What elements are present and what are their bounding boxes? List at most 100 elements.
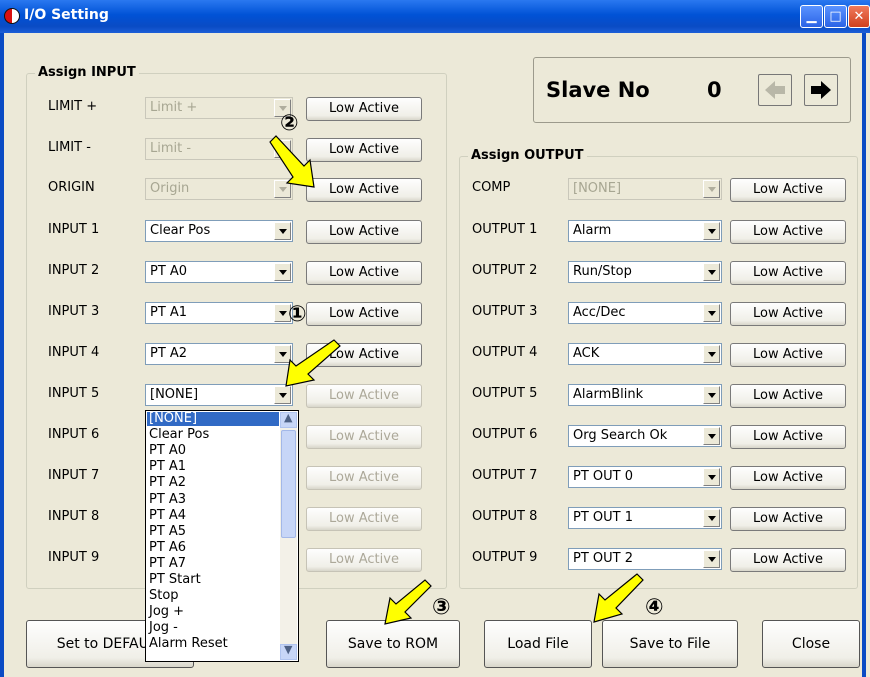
- input5-dropdown-list[interactable]: [NONE] Clear Pos PT A0 PT A1 PT A2 PT A3 PT A4…: [145, 410, 299, 662]
- dropdown-item[interactable]: PT A0: [149, 444, 186, 458]
- output-select: [NONE]: [568, 178, 722, 200]
- dropdown-item[interactable]: Stop: [149, 589, 179, 603]
- dropdown-item[interactable]: PT A3: [149, 492, 186, 507]
- annotation-marker-2: ②: [280, 111, 299, 136]
- low-active-button[interactable]: Low Active: [306, 97, 422, 121]
- title-bar: I/O Setting ▁ □ ✕: [0, 0, 870, 33]
- dropdown-item[interactable]: Jog +: [149, 605, 184, 619]
- output-select-value: ACK: [573, 346, 600, 361]
- maximize-button[interactable]: □: [824, 5, 847, 28]
- input-select[interactable]: Clear Pos: [145, 220, 293, 242]
- dropdown-item[interactable]: PT A4: [149, 508, 186, 523]
- dropdown-arrow-button[interactable]: [274, 386, 291, 404]
- input-select-value: [NONE]: [150, 387, 199, 402]
- dropdown-arrow-button[interactable]: [703, 304, 720, 322]
- output-row-label: OUTPUT 7: [472, 468, 538, 483]
- output-row-label: OUTPUT 9: [472, 550, 538, 565]
- dropdown-item[interactable]: PT A7: [149, 556, 186, 571]
- dropdown-item[interactable]: [NONE]: [149, 412, 197, 426]
- output-select[interactable]: AlarmBlink: [568, 384, 722, 406]
- input-select[interactable]: [NONE]: [145, 384, 293, 406]
- output-select[interactable]: Alarm: [568, 220, 722, 242]
- dropdown-arrow-button[interactable]: [703, 427, 720, 445]
- output-row-label: OUTPUT 8: [472, 509, 538, 524]
- annotation-marker-3: ③: [432, 595, 451, 620]
- dropdown-arrow-button: [703, 180, 720, 198]
- input-row-label: LIMIT -: [48, 140, 91, 155]
- output-select[interactable]: Org Search Ok: [568, 425, 722, 447]
- input-select-value: Limit +: [150, 100, 198, 115]
- low-active-button[interactable]: Low Active: [730, 178, 846, 202]
- low-active-button[interactable]: Low Active: [730, 220, 846, 244]
- dropdown-item[interactable]: PT A6: [149, 540, 186, 555]
- output-select-value: Acc/Dec: [573, 305, 626, 320]
- scroll-up-button[interactable]: ▲: [280, 411, 297, 428]
- output-select[interactable]: Acc/Dec: [568, 302, 722, 324]
- output-select[interactable]: PT OUT 0: [568, 466, 722, 488]
- dropdown-arrow-button[interactable]: [703, 222, 720, 240]
- low-active-button[interactable]: Low Active: [730, 261, 846, 285]
- input-row-label: INPUT 9: [48, 550, 100, 565]
- input-select: Limit +: [145, 97, 293, 119]
- dropdown-arrow-button[interactable]: [703, 468, 720, 486]
- prev-slave-button[interactable]: [758, 74, 792, 106]
- output-select[interactable]: Run/Stop: [568, 261, 722, 283]
- low-active-button[interactable]: Low Active: [730, 384, 846, 408]
- scroll-down-button[interactable]: ▼: [280, 643, 297, 660]
- low-active-button[interactable]: Low Active: [306, 261, 422, 285]
- dropdown-arrow-button[interactable]: [703, 550, 720, 568]
- assign-input-title: Assign INPUT: [35, 65, 139, 80]
- annotation-marker-4: ④: [645, 595, 664, 620]
- close-window-button[interactable]: ✕: [848, 5, 870, 28]
- chevron-up-icon: ▲: [284, 411, 293, 424]
- output-select[interactable]: PT OUT 1: [568, 507, 722, 529]
- load-file-button[interactable]: Load File: [484, 620, 592, 668]
- low-active-button[interactable]: Low Active: [730, 425, 846, 449]
- output-select-value: Alarm: [573, 223, 612, 238]
- dropdown-item[interactable]: Alarm Reset: [149, 637, 228, 651]
- dropdown-arrow-button: [274, 140, 291, 158]
- low-active-button[interactable]: Low Active: [306, 138, 422, 162]
- dropdown-item[interactable]: PT Start: [149, 573, 201, 587]
- dropdown-item[interactable]: Clear Pos: [149, 428, 209, 442]
- low-active-button[interactable]: Low Active: [306, 302, 422, 326]
- low-active-button[interactable]: Low Active: [306, 178, 422, 202]
- dropdown-scrollbar[interactable]: ▲ ▼: [280, 411, 297, 660]
- input-select[interactable]: PT A2: [145, 343, 293, 365]
- dropdown-arrow-button[interactable]: [274, 222, 291, 240]
- low-active-button[interactable]: Low Active: [730, 302, 846, 326]
- low-active-button[interactable]: Low Active: [730, 548, 846, 572]
- next-slave-button[interactable]: [804, 74, 838, 106]
- input-select-value: PT A0: [150, 264, 188, 279]
- dropdown-item[interactable]: Jog -: [149, 621, 178, 635]
- minimize-button[interactable]: ▁: [800, 5, 823, 28]
- output-select[interactable]: ACK: [568, 343, 722, 365]
- assign-output-title: Assign OUTPUT: [468, 148, 587, 163]
- scroll-thumb[interactable]: [281, 430, 296, 538]
- dropdown-arrow-button: [274, 180, 291, 198]
- close-button[interactable]: Close: [762, 620, 860, 668]
- low-active-button[interactable]: Low Active: [730, 343, 846, 367]
- dropdown-arrow-button[interactable]: [274, 263, 291, 281]
- low-active-button: Low Active: [306, 548, 422, 572]
- low-active-button[interactable]: Low Active: [306, 343, 422, 367]
- output-select[interactable]: PT OUT 2: [568, 548, 722, 570]
- dropdown-arrow-button[interactable]: [703, 263, 720, 281]
- input-select[interactable]: PT A0: [145, 261, 293, 283]
- low-active-button[interactable]: Low Active: [730, 507, 846, 531]
- save-to-rom-button[interactable]: Save to ROM: [326, 620, 460, 668]
- save-to-file-button[interactable]: Save to File: [602, 620, 738, 668]
- dropdown-item[interactable]: PT A5: [149, 524, 186, 539]
- input-select[interactable]: PT A1: [145, 302, 293, 324]
- output-row-label: OUTPUT 5: [472, 386, 538, 401]
- dropdown-arrow-button[interactable]: [274, 345, 291, 363]
- input-select-value: Origin: [150, 181, 190, 196]
- dropdown-arrow-button[interactable]: [703, 509, 720, 527]
- low-active-button[interactable]: Low Active: [730, 466, 846, 490]
- dropdown-item[interactable]: PT A2: [149, 476, 186, 490]
- close-icon: ✕: [853, 9, 865, 24]
- dropdown-arrow-button[interactable]: [703, 386, 720, 404]
- dropdown-arrow-button[interactable]: [703, 345, 720, 363]
- low-active-button[interactable]: Low Active: [306, 220, 422, 244]
- dropdown-item[interactable]: PT A1: [149, 460, 186, 474]
